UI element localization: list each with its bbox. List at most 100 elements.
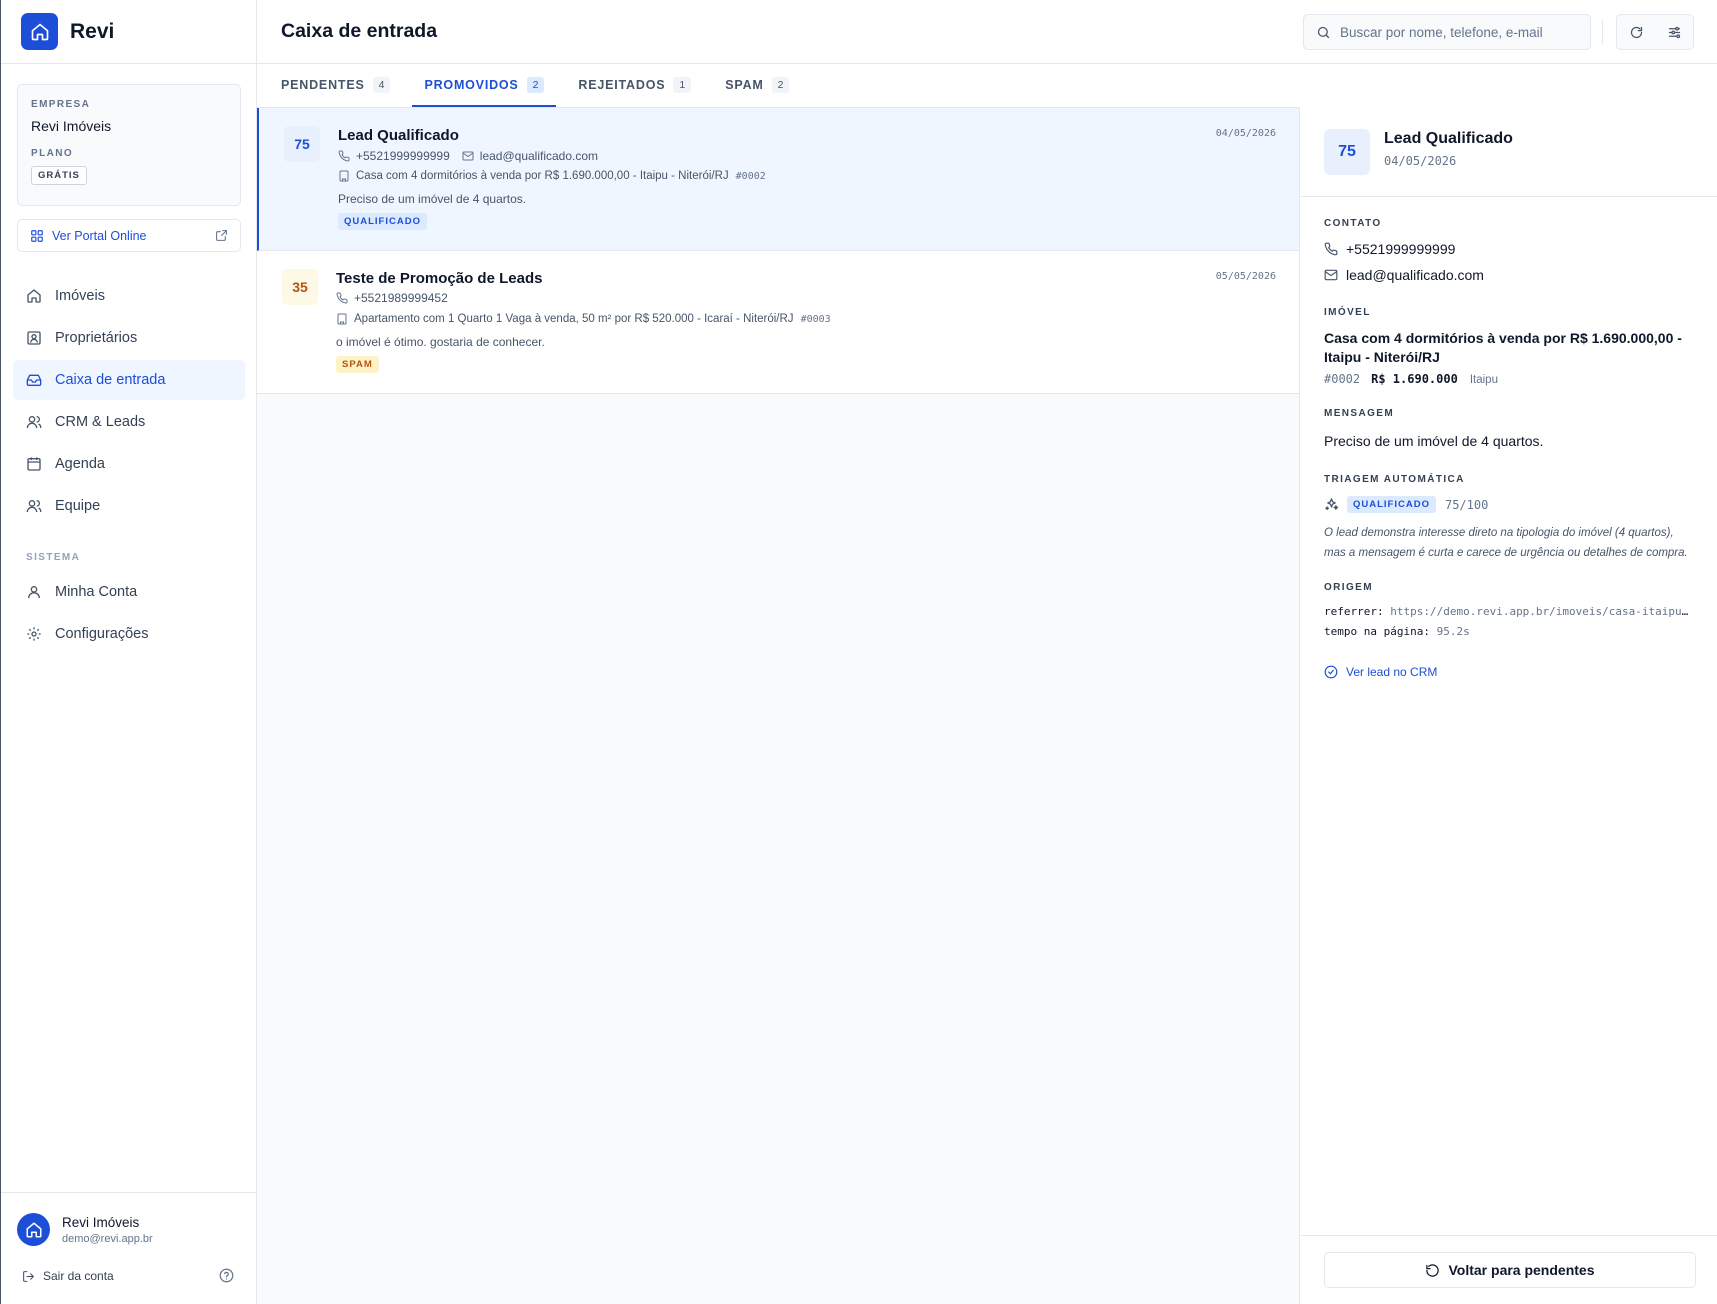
tab-count: 2 [526,76,545,93]
lead-property-line: Casa com 4 dormitórios à venda por R$ 1.… [338,170,766,182]
detail-property: Casa com 4 dormitórios à venda por R$ 1.… [1324,330,1682,365]
detail-phone-line[interactable]: +5521999999999 [1324,241,1455,257]
time-value: 95.2s [1436,625,1470,638]
lead-property-code: #0002 [735,170,766,182]
tab-count: 1 [673,76,692,93]
avatar[interactable] [17,1213,50,1246]
lead-email: lead@qualificado.com [479,149,599,163]
lead-name: Lead Qualificado [338,127,459,144]
section-origin-label: ORIGEM [1324,582,1373,593]
nav-item-settings[interactable]: Configurações [13,614,245,654]
tab-label: SPAM [725,77,764,92]
nav-item-label: Agenda [55,456,105,472]
page-title: Caixa de entrada [281,20,438,42]
lead-detail-panel: 75 Lead Qualificado 04/05/2026 CONTATO +… [1301,108,1717,1304]
tab-promovidos[interactable]: PROMOVIDOS 2 [412,64,557,107]
nav-section-system: SISTEMA [26,552,81,563]
home-icon [26,288,42,304]
origin-referrer: referrer: https://demo.revi.app.br/imove… [1324,605,1694,618]
nav-item-label: Proprietários [55,330,138,346]
search-box[interactable] [1303,14,1591,50]
time-key: tempo na página: [1324,625,1430,638]
sidebar-footer: Revi Imóveis demo@revi.app.br Sair da co… [1,1192,257,1304]
check-circle-icon [1324,665,1338,679]
nav-item-label: Minha Conta [55,584,138,600]
detail-name: Lead Qualificado [1384,130,1513,147]
lead-tag: SPAM [336,356,379,373]
inbox-icon [26,372,42,388]
lead-list: 75 Lead Qualificado 04/05/2026 +55219999… [257,108,1300,1304]
undo-icon [1425,1263,1440,1278]
plan-label: PLANO [31,148,73,159]
refresh-button[interactable] [1617,15,1655,49]
tab-label: REJEITADOS [578,77,666,92]
detail-header: 75 Lead Qualificado 04/05/2026 [1301,108,1717,197]
phone-icon [338,150,350,162]
lead-phone: +5521999999999 [356,149,450,163]
logout-button[interactable]: Sair da conta [22,1269,114,1283]
nav-item-equipe[interactable]: Equipe [13,486,245,526]
detail-email-line[interactable]: lead@qualificado.com [1324,267,1484,283]
triage-tag: QUALIFICADO [1347,496,1436,513]
nav-item-inbox[interactable]: Caixa de entrada [13,360,245,400]
back-to-pending-label: Voltar para pendentes [1448,1262,1595,1278]
lead-property-code: #0003 [800,313,831,325]
view-in-crm-link[interactable]: Ver lead no CRM [1324,665,1437,679]
nav-item-label: Configurações [55,626,149,642]
inbox-tabs: PENDENTES 4 PROMOVIDOS 2 REJEITADOS 1 SP… [257,64,1300,108]
lead-date: 05/05/2026 [1215,271,1276,282]
lead-row[interactable]: 35 Teste de Promoção de Leads 05/05/2026… [257,251,1299,394]
view-portal-label: Ver Portal Online [52,228,147,243]
tab-label: PROMOVIDOS [424,77,519,92]
company-label: EMPRESA [31,99,91,110]
nav-item-crm[interactable]: CRM & Leads [13,402,245,442]
nav-item-label: CRM & Leads [55,414,146,430]
lead-row[interactable]: 75 Lead Qualificado 04/05/2026 +55219999… [257,108,1299,251]
search-icon [1316,25,1331,40]
tab-label: PENDENTES [281,77,365,92]
header-actions [1616,14,1694,50]
detail-message: Preciso de um imóvel de 4 quartos. [1324,433,1544,449]
brand-name: Revi [70,19,115,43]
tab-rejeitados[interactable]: REJEITADOS 1 [566,64,703,107]
home-icon [21,13,58,50]
team-icon [26,498,42,514]
company-name: Revi Imóveis [31,118,112,134]
nav-item-imoveis[interactable]: Imóveis [13,276,245,316]
referrer-value: https://demo.revi.app.br/imoveis/casa-it… [1390,605,1694,618]
triage-score: 75/100 [1444,497,1489,512]
lead-score: 35 [282,269,318,305]
back-to-pending-button[interactable]: Voltar para pendentes [1324,1252,1696,1288]
detail-property-neighborhood: Itaipu [1469,374,1498,386]
nav-item-agenda[interactable]: Agenda [13,444,245,484]
filters-button[interactable] [1655,15,1693,49]
phone-icon [336,292,348,304]
header-divider [1602,20,1603,44]
system-nav: Minha Conta Configurações [13,572,245,656]
detail-property-code: #0002 [1324,372,1361,386]
help-icon[interactable] [219,1268,234,1283]
tab-count: 4 [372,76,391,93]
nav-item-account[interactable]: Minha Conta [13,572,245,612]
external-link-icon [215,229,228,242]
nav-item-proprietarios[interactable]: Proprietários [13,318,245,358]
nav-item-label: Caixa de entrada [55,372,166,388]
view-portal-button[interactable]: Ver Portal Online [17,219,241,252]
detail-phone: +5521999999999 [1346,241,1456,257]
search-input[interactable] [1340,24,1580,40]
referrer-key: referrer: [1324,605,1384,618]
contact-icon [26,330,42,346]
tab-spam[interactable]: SPAM 2 [713,64,801,107]
user-name: Revi Imóveis [62,1215,140,1230]
brand[interactable]: Revi [1,0,256,64]
lead-date: 04/05/2026 [1215,128,1276,139]
tab-count: 2 [771,76,790,93]
company-card: EMPRESA Revi Imóveis PLANO GRÁTIS [17,84,241,206]
tab-pendentes[interactable]: PENDENTES 4 [269,64,402,107]
phone-icon [1324,242,1338,256]
mail-icon [1324,268,1338,282]
nav-item-label: Equipe [55,498,101,514]
view-in-crm-label: Ver lead no CRM [1346,665,1438,679]
lead-message: Preciso de um imóvel de 4 quartos. [338,192,527,206]
main-nav: Imóveis Proprietários Caixa de entrada C… [13,276,245,528]
